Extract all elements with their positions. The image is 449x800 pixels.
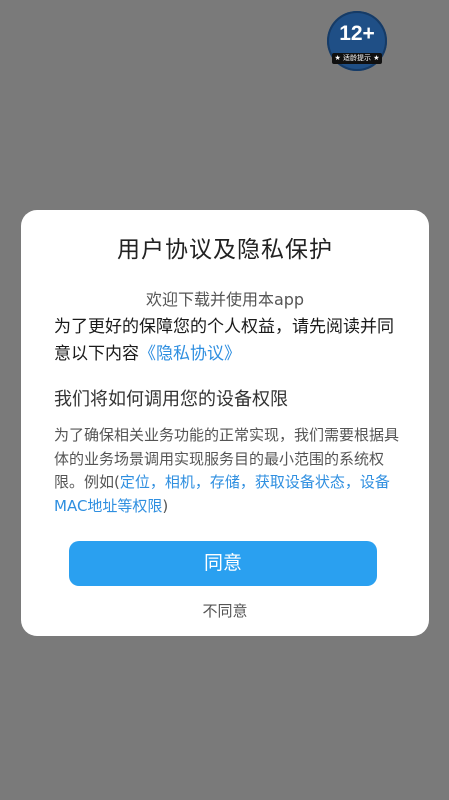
age-rating-badge: 12+ ★ 适龄提示 ★: [327, 11, 387, 71]
dialog-title: 用户协议及隐私保护: [117, 237, 333, 263]
permissions-paragraph: 为了确保相关业务功能的正常实现，我们需要根据具体的业务场景调用实现服务目的最小范…: [54, 424, 409, 518]
disagree-button[interactable]: 不同意: [21, 600, 429, 621]
intro-paragraph: 为了更好的保障您的个人权益，请先阅读并同意以下内容《隐私协议》: [54, 314, 404, 368]
welcome-text: 欢迎下载并使用本app: [145, 290, 305, 309]
privacy-dialog: 用户协议及隐私保护 欢迎下载并使用本app 为了更好的保障您的个人权益，请先阅读…: [21, 210, 429, 636]
age-rating-number: 12+: [339, 22, 375, 45]
agree-button[interactable]: 同意: [69, 541, 377, 586]
privacy-agreement-link[interactable]: 《隐私协议》: [139, 344, 241, 364]
age-rating-label: ★ 适龄提示 ★: [332, 53, 382, 64]
permissions-heading: 我们将如何调用您的设备权限: [54, 389, 288, 410]
permissions-closing: ): [162, 496, 169, 515]
